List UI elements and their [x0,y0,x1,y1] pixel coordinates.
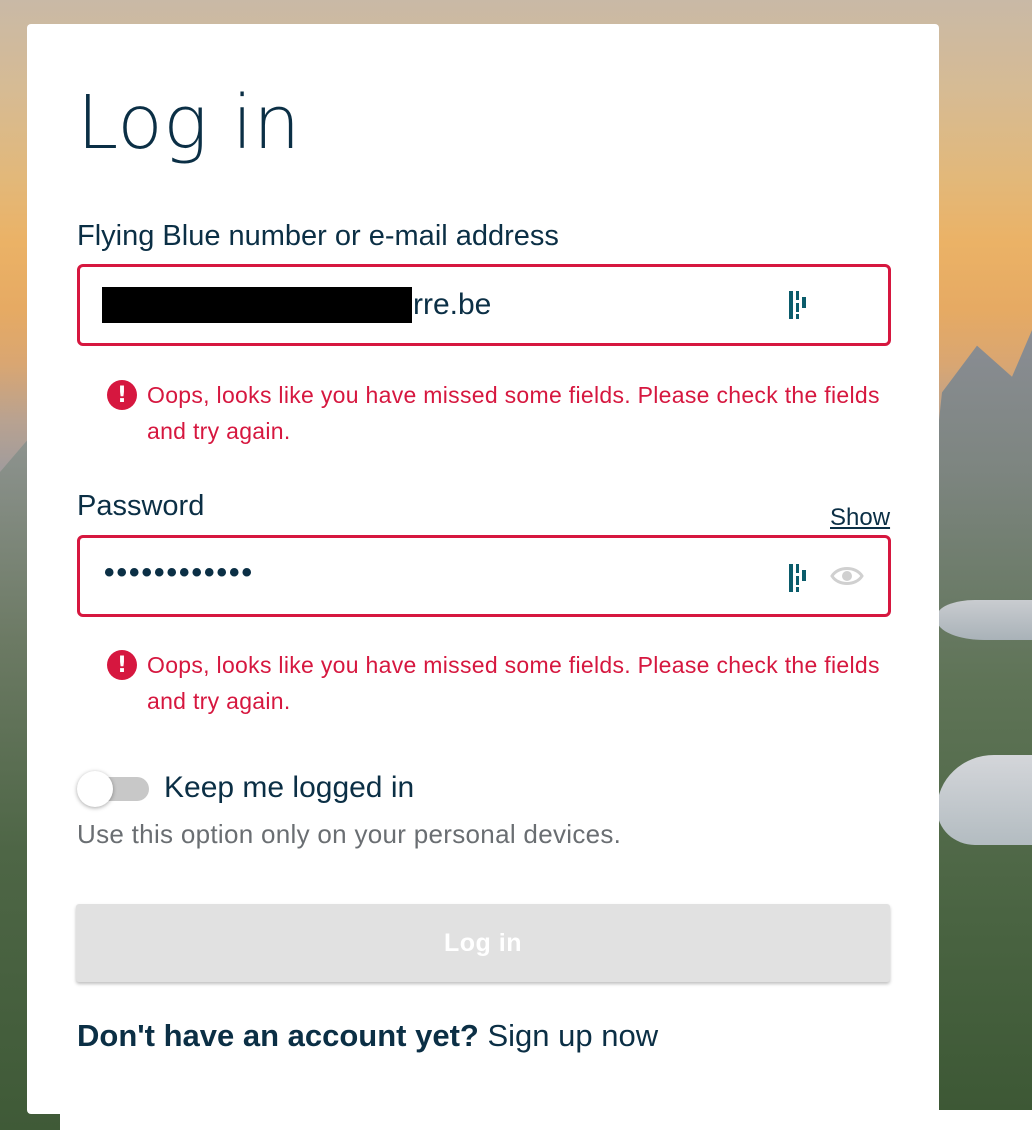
email-error-text: Oops, looks like you have missed some fi… [147,382,880,444]
signup-prompt: Don't have an account yet? Sign up now [77,1018,658,1054]
password-field[interactable]: •••••••••••• [77,535,891,617]
email-field[interactable]: rre.be [77,264,891,346]
login-card: Log in Flying Blue number or e-mail addr… [27,24,939,1114]
show-password-link[interactable]: Show [830,504,890,532]
password-field-label: Password [77,490,205,522]
keep-logged-in-label[interactable]: Keep me logged in [164,771,414,805]
background-mountains [932,330,1032,1110]
email-error-message: ! Oops, looks like you have missed some … [107,377,887,449]
redacted-text [102,287,412,323]
keep-logged-in-help: Use this option only on your personal de… [77,819,622,849]
email-visible-suffix: rre.be [413,288,492,321]
password-manager-icon[interactable] [788,290,810,320]
toggle-knob [77,771,113,807]
exclamation-circle-icon: ! [107,380,137,410]
password-error-message: ! Oops, looks like you have missed some … [107,647,887,719]
password-error-text: Oops, looks like you have missed some fi… [147,652,880,714]
signup-link[interactable]: Sign up now [487,1018,658,1053]
email-field-value: rre.be [102,287,491,323]
signup-question: Don't have an account yet? [77,1018,479,1053]
password-manager-icon[interactable] [788,563,810,593]
login-button[interactable]: Log in [76,904,890,982]
exclamation-circle-icon: ! [107,650,137,680]
password-masked-value: •••••••••••• [104,556,255,589]
keep-logged-in-toggle[interactable] [77,771,149,807]
page-title: Log in [77,80,301,166]
eye-icon[interactable] [830,563,864,589]
background-lake [937,600,1032,640]
email-field-label: Flying Blue number or e-mail address [77,220,559,252]
